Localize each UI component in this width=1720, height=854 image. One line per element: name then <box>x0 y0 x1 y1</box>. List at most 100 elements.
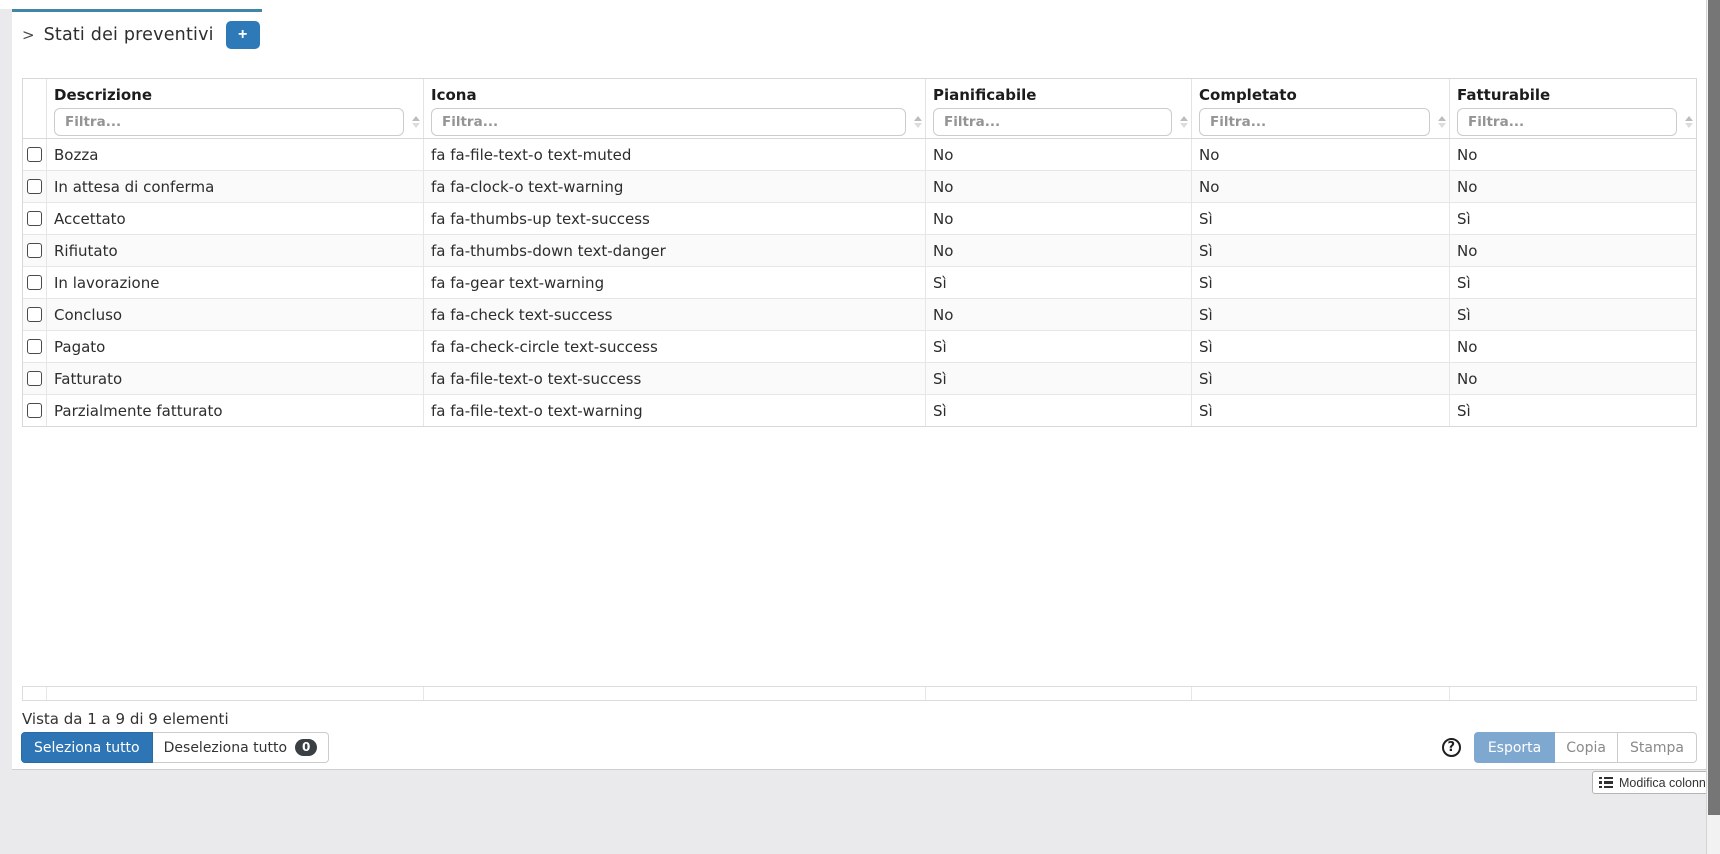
sort-desc-icon <box>1685 123 1693 128</box>
table-row[interactable]: Bozza fa fa-file-text-o text-muted No No… <box>23 139 1696 171</box>
table-row[interactable]: Accettato fa fa-thumbs-up text-success N… <box>23 203 1696 235</box>
table-row[interactable]: Pagato fa fa-check-circle text-success S… <box>23 331 1696 363</box>
cell-descrizione: Accettato <box>47 203 424 234</box>
vertical-scrollbar[interactable] <box>1706 0 1720 854</box>
cell-icona: fa fa-file-text-o text-success <box>424 363 926 394</box>
table-row[interactable]: Rifiutato fa fa-thumbs-down text-danger … <box>23 235 1696 267</box>
table-footer-row <box>22 686 1697 701</box>
row-select-cell <box>23 171 47 202</box>
cell-pianificabile: Sì <box>926 363 1192 394</box>
cell-fatturabile: Sì <box>1450 299 1696 330</box>
column-label: Fatturabile <box>1457 85 1689 108</box>
page-title: Stati dei preventivi <box>44 25 214 45</box>
export-button[interactable]: Esporta <box>1474 732 1555 763</box>
filter-input-icona[interactable] <box>431 108 906 136</box>
cell-completato: Sì <box>1192 363 1450 394</box>
header-cell-icona[interactable]: Icona <box>424 79 926 138</box>
row-select-cell <box>23 363 47 394</box>
row-checkbox[interactable] <box>27 211 42 226</box>
cell-pianificabile: No <box>926 139 1192 170</box>
table-row[interactable]: In lavorazione fa fa-gear text-warning S… <box>23 267 1696 299</box>
columns-list-icon <box>1599 777 1613 789</box>
cell-fatturabile: Sì <box>1450 267 1696 298</box>
cell-fatturabile: No <box>1450 139 1696 170</box>
cell-descrizione: Parzialmente fatturato <box>47 395 424 426</box>
column-label: Descrizione <box>54 85 416 108</box>
row-checkbox[interactable] <box>27 307 42 322</box>
collapse-chevron-icon[interactable]: > <box>22 26 35 44</box>
sort-asc-icon <box>1180 116 1188 121</box>
row-checkbox[interactable] <box>27 403 42 418</box>
row-checkbox[interactable] <box>27 371 42 386</box>
filter-input-pianificabile[interactable] <box>933 108 1172 136</box>
header-cell-fatturabile[interactable]: Fatturabile <box>1450 79 1696 138</box>
cell-pianificabile: Sì <box>926 267 1192 298</box>
export-controls: ? Esporta Copia Stampa <box>1442 732 1697 763</box>
active-tab-underline <box>12 9 262 12</box>
cell-fatturabile: No <box>1450 235 1696 266</box>
cell-completato: Sì <box>1192 203 1450 234</box>
table-row[interactable]: Parzialmente fatturato fa fa-file-text-o… <box>23 395 1696 426</box>
cell-fatturabile: Sì <box>1450 395 1696 426</box>
header-cell-completato[interactable]: Completato <box>1192 79 1450 138</box>
deselect-all-button[interactable]: Deseleziona tutto 0 <box>153 732 330 763</box>
edit-columns-button[interactable]: Modifica colonne <box>1592 771 1720 794</box>
cell-descrizione: Bozza <box>47 139 424 170</box>
cell-descrizione: Fatturato <box>47 363 424 394</box>
header-cell-pianificabile[interactable]: Pianificabile <box>926 79 1192 138</box>
row-select-cell <box>23 395 47 426</box>
cell-completato: Sì <box>1192 395 1450 426</box>
filter-input-fatturabile[interactable] <box>1457 108 1677 136</box>
cell-fatturabile: No <box>1450 171 1696 202</box>
data-table: Descrizione Icona Pianif <box>22 78 1697 427</box>
cell-completato: Sì <box>1192 299 1450 330</box>
sort-arrows <box>1180 116 1188 128</box>
sort-asc-icon <box>412 116 420 121</box>
print-button[interactable]: Stampa <box>1618 732 1697 763</box>
sort-arrows <box>1685 116 1693 128</box>
select-all-button[interactable]: Seleziona tutto <box>21 732 153 763</box>
row-select-cell <box>23 139 47 170</box>
row-checkbox[interactable] <box>27 243 42 258</box>
section-header: > Stati dei preventivi + <box>22 21 260 49</box>
cell-pianificabile: Sì <box>926 331 1192 362</box>
table-row[interactable]: Concluso fa fa-check text-success No Sì … <box>23 299 1696 331</box>
cell-descrizione: In lavorazione <box>47 267 424 298</box>
row-checkbox[interactable] <box>27 275 42 290</box>
table-row[interactable]: In attesa di conferma fa fa-clock-o text… <box>23 171 1696 203</box>
cell-descrizione: Rifiutato <box>47 235 424 266</box>
cell-completato: Sì <box>1192 331 1450 362</box>
cell-completato: No <box>1192 171 1450 202</box>
row-select-cell <box>23 331 47 362</box>
cell-icona: fa fa-clock-o text-warning <box>424 171 926 202</box>
row-checkbox[interactable] <box>27 339 42 354</box>
row-checkbox[interactable] <box>27 179 42 194</box>
selection-count-badge: 0 <box>295 739 317 756</box>
help-icon[interactable]: ? <box>1442 738 1461 757</box>
edit-columns-label: Modifica colonne <box>1619 776 1713 790</box>
cell-fatturabile: No <box>1450 331 1696 362</box>
add-entry-button[interactable]: + <box>226 21 260 49</box>
table-row[interactable]: Fatturato fa fa-file-text-o text-success… <box>23 363 1696 395</box>
filter-input-descrizione[interactable] <box>54 108 404 136</box>
sort-desc-icon <box>1180 123 1188 128</box>
filter-input-completato[interactable] <box>1199 108 1430 136</box>
sort-arrows <box>412 116 420 128</box>
cell-completato: Sì <box>1192 267 1450 298</box>
sort-desc-icon <box>1438 123 1446 128</box>
column-label: Completato <box>1199 85 1442 108</box>
column-label: Icona <box>431 85 918 108</box>
sort-arrows <box>1438 116 1446 128</box>
scrollbar-thumb[interactable] <box>1708 0 1720 815</box>
cell-completato: No <box>1192 139 1450 170</box>
cell-descrizione: Concluso <box>47 299 424 330</box>
table-body: Bozza fa fa-file-text-o text-muted No No… <box>23 139 1696 426</box>
copy-button[interactable]: Copia <box>1555 732 1618 763</box>
column-label: Pianificabile <box>933 85 1184 108</box>
cell-icona: fa fa-check-circle text-success <box>424 331 926 362</box>
cell-pianificabile: No <box>926 203 1192 234</box>
cell-icona: fa fa-thumbs-down text-danger <box>424 235 926 266</box>
header-cell-descrizione[interactable]: Descrizione <box>47 79 424 138</box>
cell-pianificabile: Sì <box>926 395 1192 426</box>
row-checkbox[interactable] <box>27 147 42 162</box>
